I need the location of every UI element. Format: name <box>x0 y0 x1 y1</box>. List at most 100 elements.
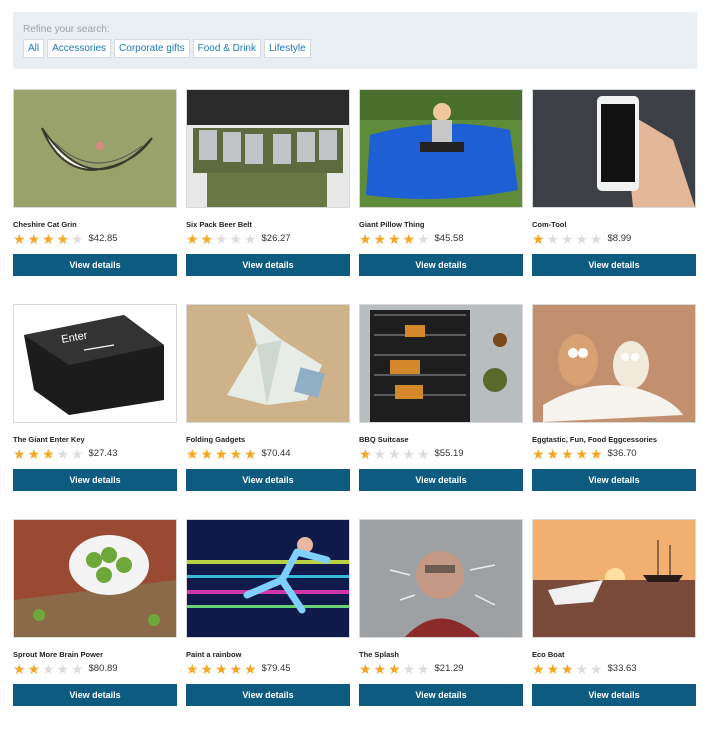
rating-stars: ★ ★ ★ ★ ★ <box>359 662 432 676</box>
star-icon: ★ <box>186 230 199 247</box>
origami-bird-image[interactable] <box>186 304 350 423</box>
star-icon: ★ <box>13 660 26 677</box>
view-details-button[interactable]: View details <box>359 469 523 491</box>
product-name[interactable]: BBQ Suitcase <box>359 435 523 445</box>
view-details-button[interactable]: View details <box>186 469 350 491</box>
product-meta: ★ ★ ★ ★ ★ $42.85 <box>13 231 177 246</box>
star-icon: ★ <box>229 445 243 462</box>
product-meta: ★ ★ ★ ★ ★ $21.29 <box>359 661 523 676</box>
star-icon: ★ <box>27 230 41 247</box>
star-icon: ★ <box>575 230 589 247</box>
enter-key-image[interactable]: Enter <box>13 304 177 423</box>
product-row: Cheshire Cat Grin ★ ★ ★ ★ ★ $42.85 View details… <box>13 89 697 304</box>
star-icon: ★ <box>71 445 84 462</box>
view-details-button[interactable]: View details <box>359 684 523 706</box>
star-icon: ★ <box>71 230 84 247</box>
product-meta: ★ ★ ★ ★ ★ $79.45 <box>186 661 350 676</box>
star-icon: ★ <box>575 445 589 462</box>
product-name[interactable]: Sprout More Brain Power <box>13 650 177 660</box>
rating-stars: ★ ★ ★ ★ ★ <box>359 232 432 246</box>
view-details-button[interactable]: View details <box>532 254 696 276</box>
star-icon: ★ <box>56 230 70 247</box>
product-name[interactable]: Six Pack Beer Belt <box>186 220 350 230</box>
filter-tag-food-drink[interactable]: Food & Drink <box>192 39 261 58</box>
product-price: $26.27 <box>261 233 291 244</box>
view-details-button[interactable]: View details <box>186 684 350 706</box>
star-icon: ★ <box>27 660 41 677</box>
star-icon: ★ <box>42 230 55 247</box>
product-meta: ★ ★ ★ ★ ★ $80.89 <box>13 661 177 676</box>
star-icon: ★ <box>200 660 214 677</box>
star-icon: ★ <box>561 660 574 677</box>
product-meta: ★ ★ ★ ★ ★ $33.63 <box>532 661 696 676</box>
star-icon: ★ <box>13 230 26 247</box>
product-card: Paint a rainbow ★ ★ ★ ★ ★ $79.45 View details <box>186 519 350 734</box>
brussels-sprouts-image[interactable] <box>13 519 177 638</box>
star-icon: ★ <box>402 660 416 677</box>
product-name[interactable]: Folding Gadgets <box>186 435 350 445</box>
product-name[interactable]: Giant Pillow Thing <box>359 220 523 230</box>
bbq-grill-image[interactable] <box>359 304 523 423</box>
paper-boat-image[interactable] <box>532 519 696 638</box>
rainbow-runner-image[interactable] <box>186 519 350 638</box>
product-name[interactable]: The Splash <box>359 650 523 660</box>
water-splash-image[interactable] <box>359 519 523 638</box>
star-icon: ★ <box>561 230 574 247</box>
star-icon: ★ <box>215 445 228 462</box>
cheshire-cat-grin-image[interactable] <box>13 89 177 208</box>
star-icon: ★ <box>402 230 416 247</box>
filter-tags: All Accessories Corporate gifts Food & D… <box>23 39 697 58</box>
star-icon: ★ <box>388 230 401 247</box>
filter-tag-all[interactable]: All <box>23 39 45 58</box>
product-meta: ★ ★ ★ ★ ★ $36.70 <box>532 446 696 461</box>
product-row: Enter The Giant Enter Key ★ ★ ★ ★ ★ $27.43 View … <box>13 304 697 519</box>
rating-stars: ★ ★ ★ ★ ★ <box>186 662 259 676</box>
product-card: Sprout More Brain Power ★ ★ ★ ★ ★ $80.89 View d… <box>13 519 177 734</box>
star-icon: ★ <box>590 230 603 247</box>
view-details-button[interactable]: View details <box>186 254 350 276</box>
view-details-button[interactable]: View details <box>532 684 696 706</box>
view-details-button[interactable]: View details <box>13 684 177 706</box>
product-card: Giant Pillow Thing ★ ★ ★ ★ ★ $45.58 View detail… <box>359 89 523 304</box>
product-name[interactable]: Com-Tool <box>532 220 696 230</box>
phone-in-hand-image[interactable] <box>532 89 696 208</box>
filter-title: Refine your search: <box>23 24 110 35</box>
product-name[interactable]: Eco Boat <box>532 650 696 660</box>
star-icon: ★ <box>186 660 199 677</box>
star-icon: ★ <box>215 230 228 247</box>
view-details-button[interactable]: View details <box>532 469 696 491</box>
star-icon: ★ <box>388 660 401 677</box>
star-icon: ★ <box>359 445 372 462</box>
star-icon: ★ <box>56 445 70 462</box>
filter-tag-corporate-gifts[interactable]: Corporate gifts <box>114 39 190 58</box>
product-card: Six Pack Beer Belt ★ ★ ★ ★ ★ $26.27 View detail… <box>186 89 350 304</box>
star-icon: ★ <box>373 230 387 247</box>
view-details-button[interactable]: View details <box>13 469 177 491</box>
star-icon: ★ <box>532 445 545 462</box>
product-name[interactable]: The Giant Enter Key <box>13 435 177 445</box>
star-icon: ★ <box>244 445 257 462</box>
rating-stars: ★ ★ ★ ★ ★ <box>359 447 432 461</box>
giant-pillow-image[interactable] <box>359 89 523 208</box>
eggs-image[interactable] <box>532 304 696 423</box>
beer-belt-image[interactable] <box>186 89 350 208</box>
star-icon: ★ <box>417 230 430 247</box>
rating-stars: ★ ★ ★ ★ ★ <box>13 662 86 676</box>
product-price: $80.89 <box>88 663 118 674</box>
star-icon: ★ <box>359 230 372 247</box>
view-details-button[interactable]: View details <box>13 254 177 276</box>
filter-tag-accessories[interactable]: Accessories <box>47 39 112 58</box>
product-price: $21.29 <box>434 663 464 674</box>
filter-tag-lifestyle[interactable]: Lifestyle <box>263 39 311 58</box>
star-icon: ★ <box>532 660 545 677</box>
product-row: Sprout More Brain Power ★ ★ ★ ★ ★ $80.89 View d… <box>13 519 697 734</box>
view-details-button[interactable]: View details <box>359 254 523 276</box>
product-name[interactable]: Paint a rainbow <box>186 650 350 660</box>
star-icon: ★ <box>71 660 84 677</box>
product-name[interactable]: Eggtastic, Fun, Food Eggcessories <box>532 435 696 445</box>
product-name[interactable]: Cheshire Cat Grin <box>13 220 177 230</box>
star-icon: ★ <box>402 445 416 462</box>
product-price: $70.44 <box>261 448 291 459</box>
product-price: $27.43 <box>88 448 118 459</box>
filter-bar: Refine your search: All Accessories Corp… <box>13 12 697 69</box>
